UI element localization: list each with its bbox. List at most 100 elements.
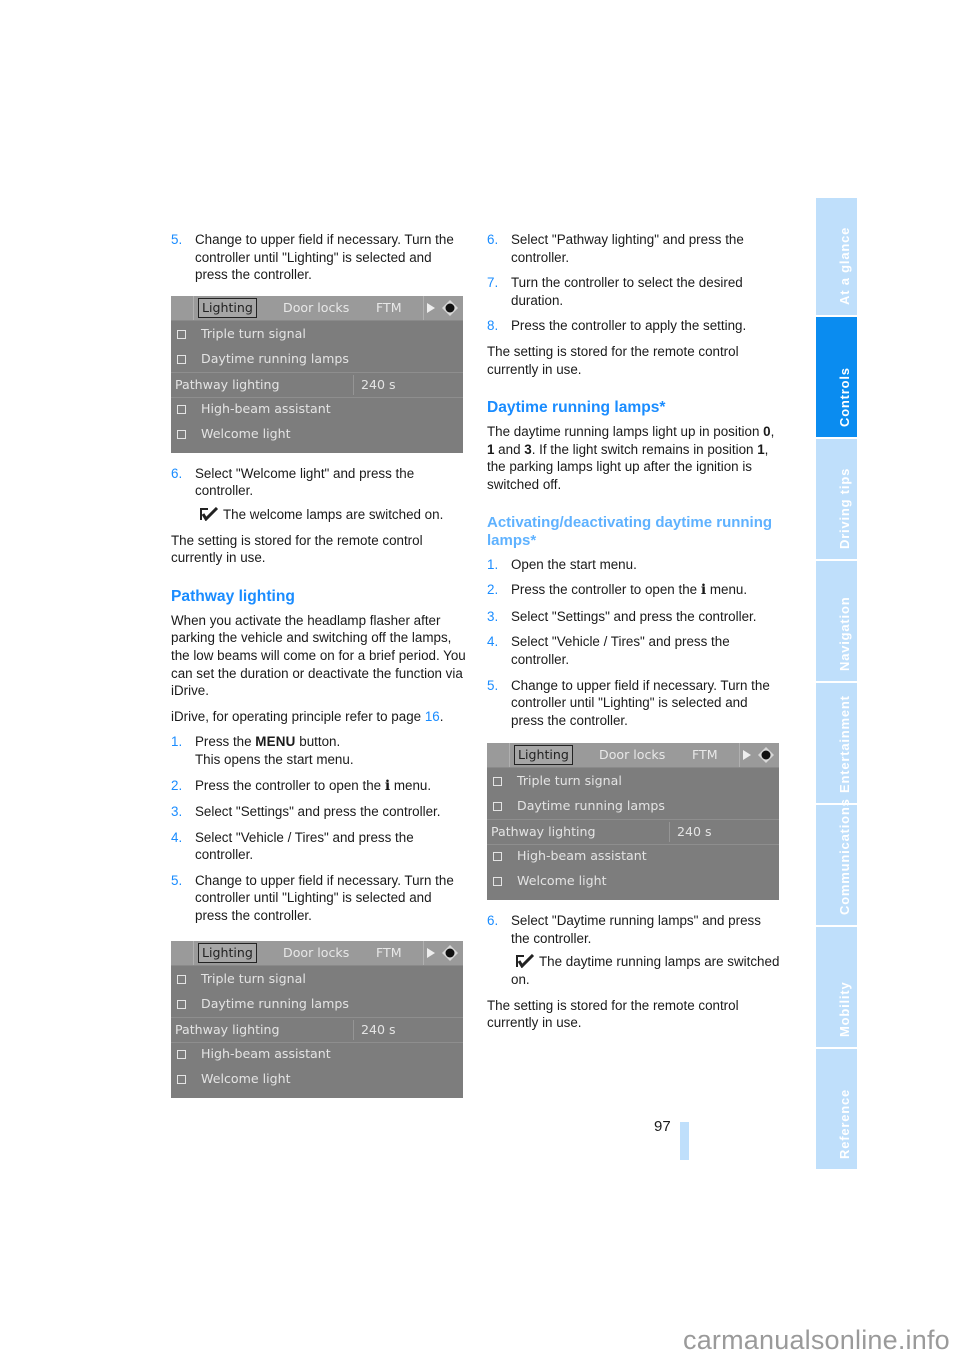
checkbox[interactable] <box>493 877 502 887</box>
step-number: 4. <box>171 829 183 845</box>
checkbox[interactable] <box>177 329 186 339</box>
step-text: Press the controller to open the <box>511 582 701 598</box>
idrive-screen: Lighting Door locks FTM Triple turn signal D… <box>171 940 463 1098</box>
idrive-tab-ftm[interactable]: FTM <box>692 746 718 764</box>
step-4: 4. Select "Vehicle / Tires" and press th… <box>487 633 780 668</box>
idrive-tab-lighting[interactable]: Lighting <box>198 297 257 318</box>
step-number: 5. <box>171 232 183 247</box>
tab-divider <box>193 940 194 965</box>
scroll-right-arrow-icon[interactable] <box>427 302 435 313</box>
reference-text: iDrive, for operating principle refer to… <box>171 708 425 724</box>
step-5: 5. Change to upper field if necessary. T… <box>171 231 466 284</box>
checkbox[interactable] <box>177 429 186 439</box>
step-text: Change to upper field if necessary. Turn… <box>195 232 454 283</box>
section-heading-daytime-running-lamps: Daytime running lamps* <box>487 399 666 417</box>
idrive-checkbox-row[interactable]: High-beam assistant <box>171 397 463 421</box>
step-number: 2. <box>171 777 183 793</box>
sidebar-tab-communications[interactable]: Communications <box>816 798 857 925</box>
idrive-item-label: Pathway lighting <box>175 1021 280 1037</box>
idrive-tab-lighting[interactable]: Lighting <box>198 942 257 963</box>
step-2: 2. Press the controller to open the i me… <box>487 581 780 600</box>
step-6: 6. Select "Daytime running lamps" and pr… <box>487 912 780 947</box>
idrive-checkbox-row[interactable]: Daytime running lamps <box>487 794 779 818</box>
scroll-right-arrow-icon[interactable] <box>427 947 435 958</box>
section-heading-activating-drl: Activating/deactivating daytime running … <box>487 513 773 549</box>
sidebar-tab-at-a-glance[interactable]: At a glance <box>816 198 857 315</box>
step-number: 4. <box>487 634 499 650</box>
step-text: menu. <box>706 582 748 598</box>
step-number: 1. <box>171 734 183 750</box>
sidebar-tab-controls[interactable]: Controls <box>816 317 857 437</box>
text: . If the light switch remains in positio… <box>531 441 758 457</box>
idrive-tab-door-locks[interactable]: Door locks <box>283 299 349 317</box>
idrive-checkbox-row[interactable]: Triple turn signal <box>487 769 779 793</box>
idrive-tab-door-locks[interactable]: Door locks <box>283 944 349 962</box>
note-text: The welcome lamps are switched on. <box>223 506 444 522</box>
checkbox[interactable] <box>177 999 186 1009</box>
idrive-tab-door-locks[interactable]: Door locks <box>599 746 665 764</box>
scroll-right-arrow-icon[interactable] <box>743 750 751 761</box>
value-divider <box>353 374 354 395</box>
sidebar-tab-label: Communications <box>836 798 852 915</box>
sidebar-tab-navigation[interactable]: Navigation <box>816 561 857 681</box>
sidebar-tab-driving-tips[interactable]: Driving tips <box>816 439 857 559</box>
idrive-item-label: Daytime running lamps <box>517 798 665 814</box>
tab-divider <box>193 295 194 320</box>
checkbox[interactable] <box>177 404 186 414</box>
step-text: Select "Vehicle / Tires" and press the c… <box>195 829 414 863</box>
step-text: Turn the controller to select the desire… <box>511 275 743 308</box>
sidebar-tab-label: Entertainment <box>836 695 852 793</box>
idrive-checkbox-row[interactable]: Triple turn signal <box>171 967 463 991</box>
checkbox[interactable] <box>493 802 502 812</box>
idrive-checkbox-row[interactable]: Daytime running lamps <box>171 992 463 1016</box>
checkbox[interactable] <box>177 354 186 364</box>
idrive-checkbox-row[interactable]: Triple turn signal <box>171 322 463 346</box>
idrive-checkbox-row[interactable]: High-beam assistant <box>171 1042 463 1066</box>
checkbox[interactable] <box>493 852 502 862</box>
reference-end: . <box>439 708 444 724</box>
step-number: 6. <box>487 232 499 247</box>
stored-note: The setting is stored for the remote con… <box>487 997 739 1031</box>
left-column: 5. Change to upper field if necessary. T… <box>171 231 466 1110</box>
idrive-item-label: Triple turn signal <box>517 773 622 789</box>
step-2: 2. Press the controller to open the i me… <box>171 777 466 796</box>
sidebar-tab-entertainment[interactable]: Entertainment <box>816 683 857 803</box>
step-text: Select "Vehicle / Tires" and press the c… <box>511 634 730 667</box>
checkbox[interactable] <box>493 777 502 787</box>
idrive-item-label: High-beam assistant <box>201 400 331 416</box>
checkbox[interactable] <box>177 1074 186 1084</box>
idrive-checkbox-row[interactable]: Welcome light <box>487 869 779 893</box>
idrive-field-row[interactable]: Pathway lighting 240 s <box>487 819 779 846</box>
step-text: Select "Daytime running lamps" and press… <box>511 913 761 946</box>
idrive-tab-ftm[interactable]: FTM <box>376 944 402 962</box>
page-link[interactable]: 16 <box>425 709 440 724</box>
step-1: 1. Press the MENU button. This opens the… <box>171 733 466 768</box>
step-number: 2. <box>487 582 499 598</box>
section-heading-pathway-lighting: Pathway lighting <box>171 587 295 605</box>
sidebar-tab-reference[interactable]: Reference <box>816 1049 857 1169</box>
check-icon <box>516 954 535 969</box>
idrive-field-row[interactable]: Pathway lighting 240 s <box>171 371 463 398</box>
checkbox[interactable] <box>177 1049 186 1059</box>
sidebar-tab-label: Reference <box>836 1088 852 1159</box>
idrive-checkbox-row[interactable]: Daytime running lamps <box>171 347 463 371</box>
idrive-item-label: High-beam assistant <box>201 1045 331 1061</box>
idrive-checkbox-row[interactable]: High-beam assistant <box>487 844 779 868</box>
sidebar-tab-label: Controls <box>836 367 852 427</box>
right-column: 6. Select "Pathway lighting" and press t… <box>487 231 780 1040</box>
idrive-tab-bar: Lighting Door locks FTM <box>171 295 463 321</box>
idrive-checkbox-row[interactable]: Welcome light <box>171 1067 463 1091</box>
step-8: 8. Press the controller to apply the set… <box>487 317 780 335</box>
checkbox[interactable] <box>177 974 186 984</box>
idrive-item-label: Pathway lighting <box>175 376 280 392</box>
idrive-tab-lighting[interactable]: Lighting <box>514 745 573 766</box>
watermark: carmanualsonline.info <box>683 1325 950 1355</box>
idrive-checkbox-row[interactable]: Welcome light <box>171 422 463 446</box>
idrive-tab-bar: Lighting Door locks FTM <box>487 743 779 769</box>
sidebar-tab-label: Mobility <box>836 981 852 1037</box>
idrive-field-row[interactable]: Pathway lighting 240 s <box>171 1016 463 1043</box>
idrive-tab-ftm[interactable]: FTM <box>376 299 402 317</box>
idrive-tab-bar: Lighting Door locks FTM <box>171 940 463 966</box>
note-text: The daytime running lamps are switched o… <box>511 954 780 988</box>
sidebar-tab-mobility[interactable]: Mobility <box>816 927 857 1047</box>
